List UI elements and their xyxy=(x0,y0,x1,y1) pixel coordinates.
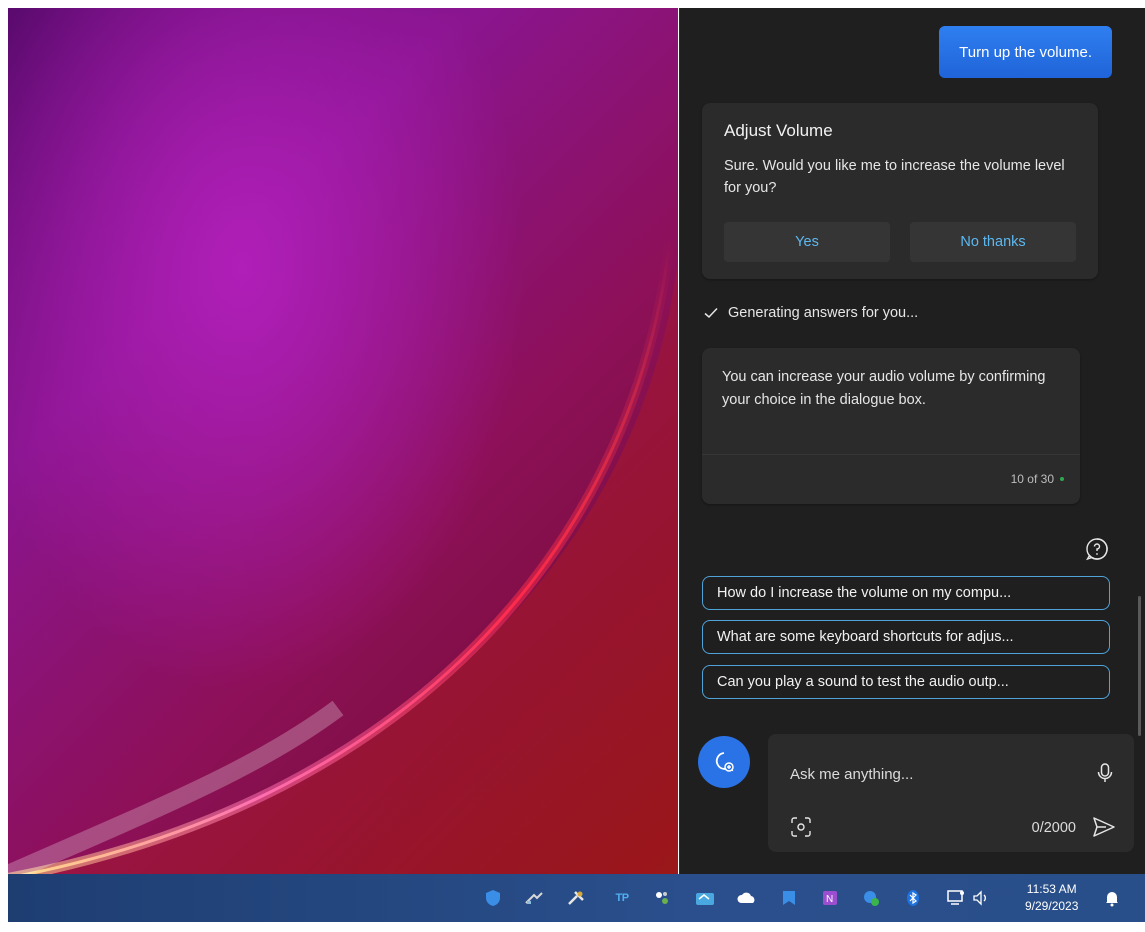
tool-icon[interactable] xyxy=(566,888,586,908)
notification-icon[interactable] xyxy=(1102,888,1122,908)
help-icon[interactable] xyxy=(1084,536,1110,562)
answer-card: You can increase your audio volume by co… xyxy=(702,348,1080,504)
defender-icon[interactable] xyxy=(483,888,503,908)
system-clock[interactable]: 11:53 AM 9/29/2023 xyxy=(1025,881,1078,915)
microphone-icon[interactable] xyxy=(1094,762,1116,784)
status-text: Generating answers for you... xyxy=(728,305,919,321)
no-thanks-button[interactable]: No thanks xyxy=(910,222,1076,262)
sync-icon[interactable] xyxy=(695,888,715,908)
suggestion-chip-2[interactable]: What are some keyboard shortcuts for adj… xyxy=(702,620,1110,654)
send-icon[interactable] xyxy=(1092,816,1116,838)
answer-divider xyxy=(702,454,1080,455)
suggestion-chip-3[interactable]: Can you play a sound to test the audio o… xyxy=(702,665,1110,699)
security-icon[interactable] xyxy=(861,888,881,908)
bookmark-icon[interactable] xyxy=(779,888,799,908)
status-dot xyxy=(1060,477,1064,481)
suggestion-chip-1[interactable]: How do I increase the volume on my compu… xyxy=(702,576,1110,610)
generating-status: Generating answers for you... xyxy=(704,305,918,321)
svg-text:N: N xyxy=(826,894,833,905)
character-count: 0/2000 xyxy=(1031,820,1076,836)
bluetooth-icon[interactable] xyxy=(903,888,923,908)
adjust-volume-card: Adjust Volume Sure. Would you like me to… xyxy=(702,103,1098,279)
clock-time: 11:53 AM xyxy=(1026,882,1077,896)
response-counter: 10 of 30 xyxy=(1011,472,1064,486)
network-tool-icon[interactable] xyxy=(524,888,544,908)
new-chat-icon xyxy=(715,752,734,772)
card-title: Adjust Volume xyxy=(724,121,833,140)
new-topic-button[interactable] xyxy=(698,736,750,788)
screenshot-icon[interactable] xyxy=(790,816,812,838)
app-icon[interactable] xyxy=(652,888,672,908)
yes-button[interactable]: Yes xyxy=(724,222,890,262)
checkmark-icon xyxy=(704,307,718,319)
user-message-bubble: Turn up the volume. xyxy=(939,26,1112,78)
network-icon[interactable] xyxy=(946,888,966,908)
wallpaper-swirl xyxy=(8,237,678,874)
volume-icon[interactable] xyxy=(971,888,991,908)
card-message: Sure. Would you like me to increase the … xyxy=(724,158,1065,196)
tp-icon[interactable]: TP xyxy=(610,888,634,908)
onenote-icon[interactable]: N xyxy=(820,888,840,908)
answer-text: You can increase your audio volume by co… xyxy=(722,369,1046,408)
clock-date: 9/29/2023 xyxy=(1025,899,1079,913)
onedrive-icon[interactable] xyxy=(737,888,757,908)
taskbar: TP N 11:53 AM 9/29/2023 xyxy=(8,874,1145,922)
counter-text: 10 of 30 xyxy=(1010,472,1054,486)
copilot-panel: Turn up the volume. Adjust Volume Sure. … xyxy=(679,8,1145,874)
chat-input-box[interactable]: Ask me anything... 0/2000 xyxy=(768,734,1134,852)
desktop-wallpaper xyxy=(8,8,678,874)
chat-input-placeholder[interactable]: Ask me anything... xyxy=(790,766,913,783)
panel-scrollbar[interactable] xyxy=(1138,596,1141,736)
